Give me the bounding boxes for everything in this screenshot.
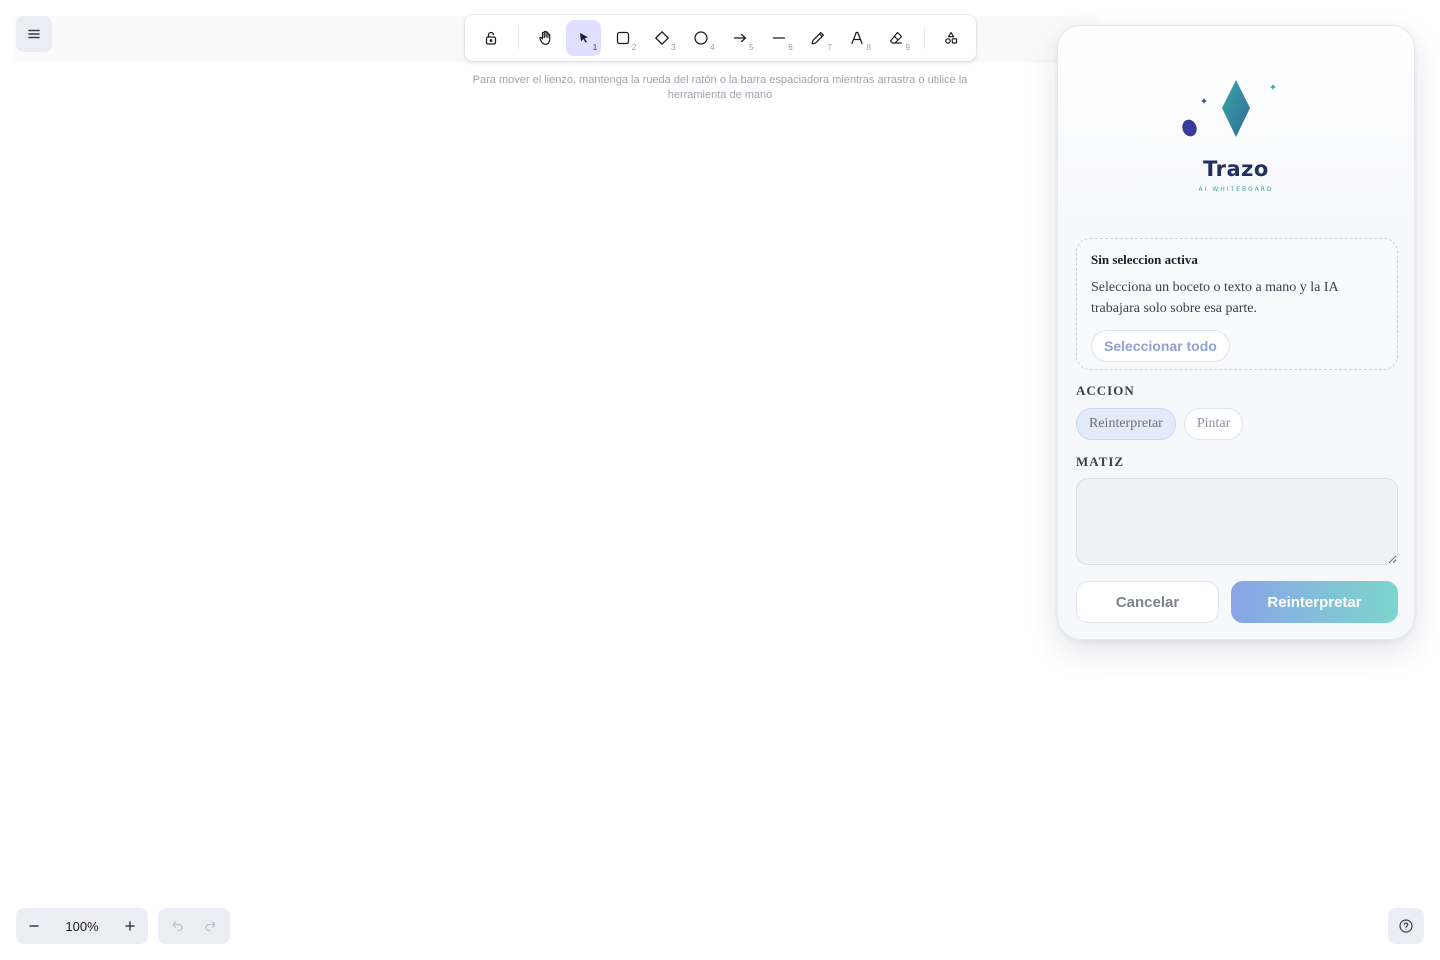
reinterpret-button[interactable]: Reinterpretar	[1231, 581, 1398, 623]
arrow-right-icon	[733, 33, 747, 43]
undo-redo-controls	[158, 908, 230, 944]
tool-shortcut: 3	[670, 43, 676, 52]
hamburger-icon	[28, 29, 40, 39]
redo-icon	[205, 921, 216, 932]
rectangle-icon	[616, 31, 629, 45]
action-options: Reinterpretar Pintar	[1076, 408, 1244, 440]
pencil-icon	[811, 32, 825, 45]
tool-shortcut: 6	[788, 43, 793, 52]
eraser-icon	[890, 31, 903, 44]
tool-text[interactable]: 8	[840, 20, 875, 56]
brand-name: Trazo	[1203, 157, 1269, 181]
question-circle-icon	[1399, 919, 1413, 933]
brand-tagline: AI WHITEBOARD	[1198, 186, 1274, 193]
tool-diamond[interactable]: 3	[644, 20, 679, 56]
tool-shortcut: 7	[827, 43, 832, 52]
zoom-controls: 100%	[16, 908, 148, 944]
tool-ellipse[interactable]: 4	[683, 20, 718, 56]
lock-open-icon	[485, 31, 496, 45]
toolbar-divider	[924, 27, 925, 49]
cursor-arrow-icon	[579, 33, 588, 43]
selection-title: Sin seleccion activa	[1091, 252, 1198, 267]
tool-shortcut: 8	[866, 43, 871, 52]
zoom-out-button[interactable]	[16, 908, 52, 944]
tool-selection[interactable]: 1	[566, 20, 602, 56]
text-icon	[851, 31, 863, 45]
hue-input[interactable]	[1076, 478, 1398, 565]
main-menu-button[interactable]	[16, 16, 52, 52]
panel-header: Trazo AI WHITEBOARD	[1058, 26, 1414, 216]
ellipse-icon	[694, 31, 708, 45]
minus-icon	[29, 925, 39, 927]
undo-icon	[172, 921, 183, 932]
zoom-in-button[interactable]	[112, 908, 148, 944]
tool-shortcut: 2	[631, 43, 637, 52]
tool-pencil[interactable]: 7	[801, 20, 836, 56]
tool-shortcut: 4	[710, 43, 715, 52]
cancel-button[interactable]: Cancelar	[1076, 581, 1219, 623]
undo-button[interactable]	[163, 911, 193, 941]
tool-line[interactable]: 6	[762, 20, 797, 56]
tool-eraser[interactable]: 9	[879, 20, 914, 56]
plus-icon	[125, 921, 135, 931]
tool-shortcut: 1	[592, 43, 598, 52]
selection-description: Selecciona un boceto o texto a mano y la…	[1091, 280, 1338, 316]
ai-panel: Trazo AI WHITEBOARD Sin seleccion activa…	[1057, 25, 1415, 640]
zoom-level[interactable]: 100%	[52, 919, 112, 934]
tool-rectangle[interactable]: 2	[605, 20, 640, 56]
select-all-button[interactable]: Seleccionar todo	[1091, 330, 1230, 362]
toolbar-divider	[518, 27, 520, 49]
redo-button[interactable]	[195, 911, 225, 941]
shapes-toolbar: 1 2 3 4 5 6 7 8 9	[465, 15, 976, 61]
tool-shortcut: 5	[749, 43, 754, 52]
hand-icon	[538, 30, 550, 45]
action-label: ACCION	[1076, 383, 1135, 398]
tool-more-shapes[interactable]	[933, 20, 968, 56]
selection-status-box: Sin seleccion activa Selecciona un bocet…	[1076, 238, 1398, 370]
tool-lock[interactable]	[473, 20, 508, 56]
canvas-hint: Para mover el lienzo, mantenga la rueda …	[472, 74, 968, 101]
shapes-library-icon	[944, 31, 957, 44]
action-reinterpretar[interactable]: Reinterpretar	[1076, 408, 1176, 440]
tool-shortcut: 9	[905, 43, 910, 52]
line-icon	[773, 37, 786, 39]
help-button[interactable]	[1388, 908, 1424, 944]
diamond-icon	[655, 31, 669, 45]
hue-label: MATIZ	[1076, 454, 1125, 469]
trazo-logo-icon	[1182, 80, 1276, 137]
tool-arrow[interactable]: 5	[723, 20, 758, 56]
tool-hand[interactable]	[527, 20, 562, 56]
action-pintar[interactable]: Pintar	[1183, 408, 1244, 440]
